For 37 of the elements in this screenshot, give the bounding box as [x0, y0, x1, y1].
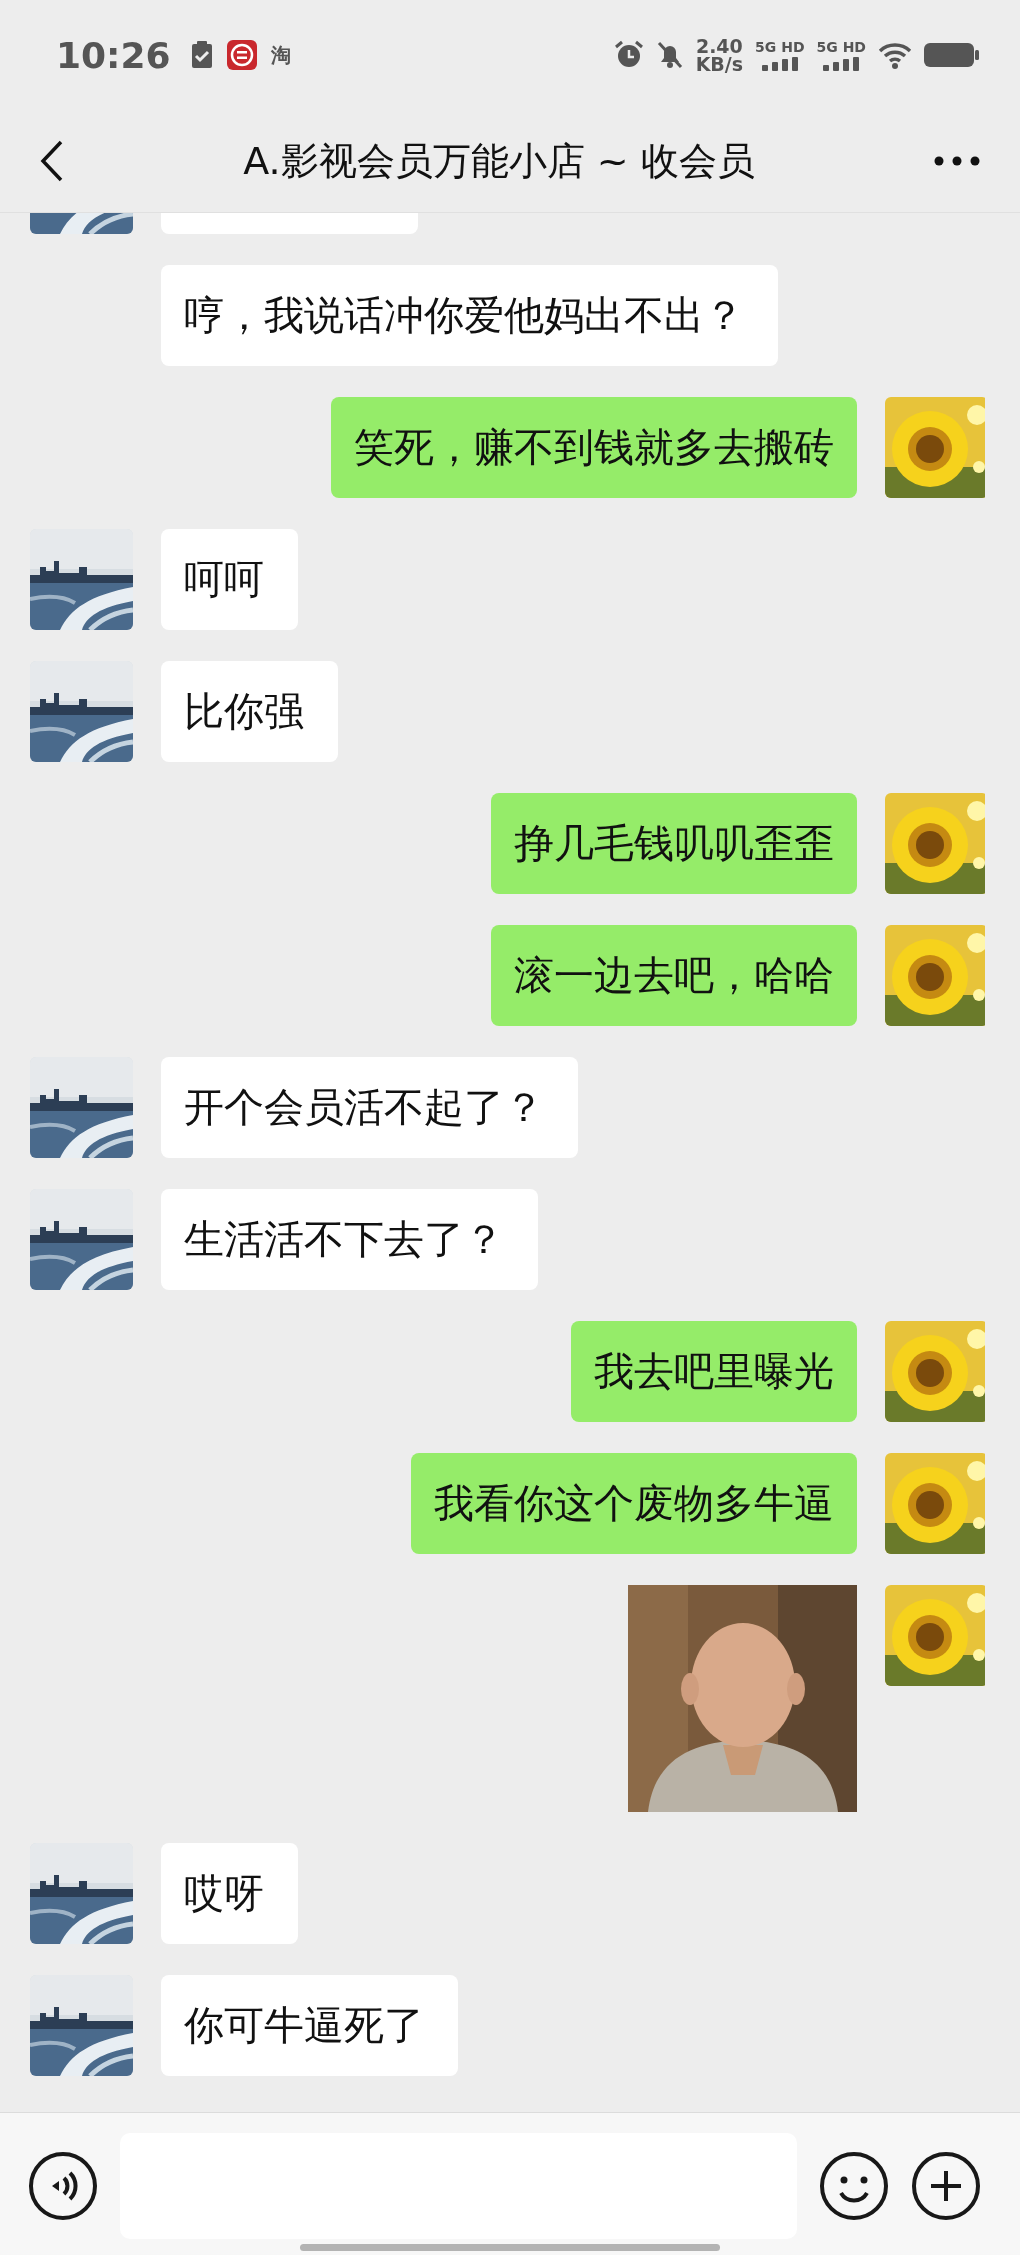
network-speed-unit: KB/s [695, 55, 744, 73]
battery-icon [924, 41, 980, 69]
message-bubble: 挣几毛钱叽叽歪歪 [491, 793, 857, 894]
back-icon [40, 140, 64, 182]
app-icon [226, 40, 257, 70]
signal-icon [761, 57, 798, 71]
plus-icon [911, 2151, 981, 2221]
alarm-clock-icon [613, 40, 644, 70]
back-button[interactable] [40, 140, 64, 182]
signal-icon [823, 57, 860, 71]
message-bubble: 我去吧里曝光 [571, 1321, 857, 1422]
network-label: 5G HD [755, 39, 805, 55]
more-button[interactable] [934, 156, 980, 166]
app-label: 淘 [270, 41, 291, 69]
emoji-button[interactable] [819, 2151, 889, 2221]
message-bubble: 我看你这个废物多牛逼 [411, 1453, 857, 1554]
add-button[interactable] [911, 2151, 981, 2221]
message-bubble: 生活活不下去了？ [161, 1189, 538, 1290]
message-bubble: 笑死，赚不到钱就多去搬砖 [331, 397, 857, 498]
bell-off-icon [655, 40, 684, 70]
voice-icon [28, 2151, 98, 2221]
voice-button[interactable] [28, 2151, 98, 2221]
emoji-icon [819, 2151, 889, 2221]
message-bubble: 比你强 [161, 661, 338, 762]
status-time: 10:26 [56, 34, 171, 76]
chat-title: A.影视会员万能小店 ~ 收会员 [242, 137, 756, 185]
message-bubble: 你可牛逼死了 [161, 1975, 458, 2076]
message-bubble: 哎呀 [161, 1843, 298, 1944]
message-bubble: 滚一边去吧，哈哈 [491, 925, 857, 1026]
wifi-icon [878, 41, 912, 69]
network-speed: 2.40 [695, 37, 743, 55]
network-label: 5G HD [816, 39, 866, 55]
message-bubble: 开个会员活不起了？ [161, 1057, 578, 1158]
clipboard-check-icon [190, 41, 213, 69]
more-icon [934, 156, 980, 166]
message-bubble: 哼，我说话冲你爱他妈出不出？ [161, 265, 778, 366]
message-bubble: 呵呵 [161, 529, 298, 630]
